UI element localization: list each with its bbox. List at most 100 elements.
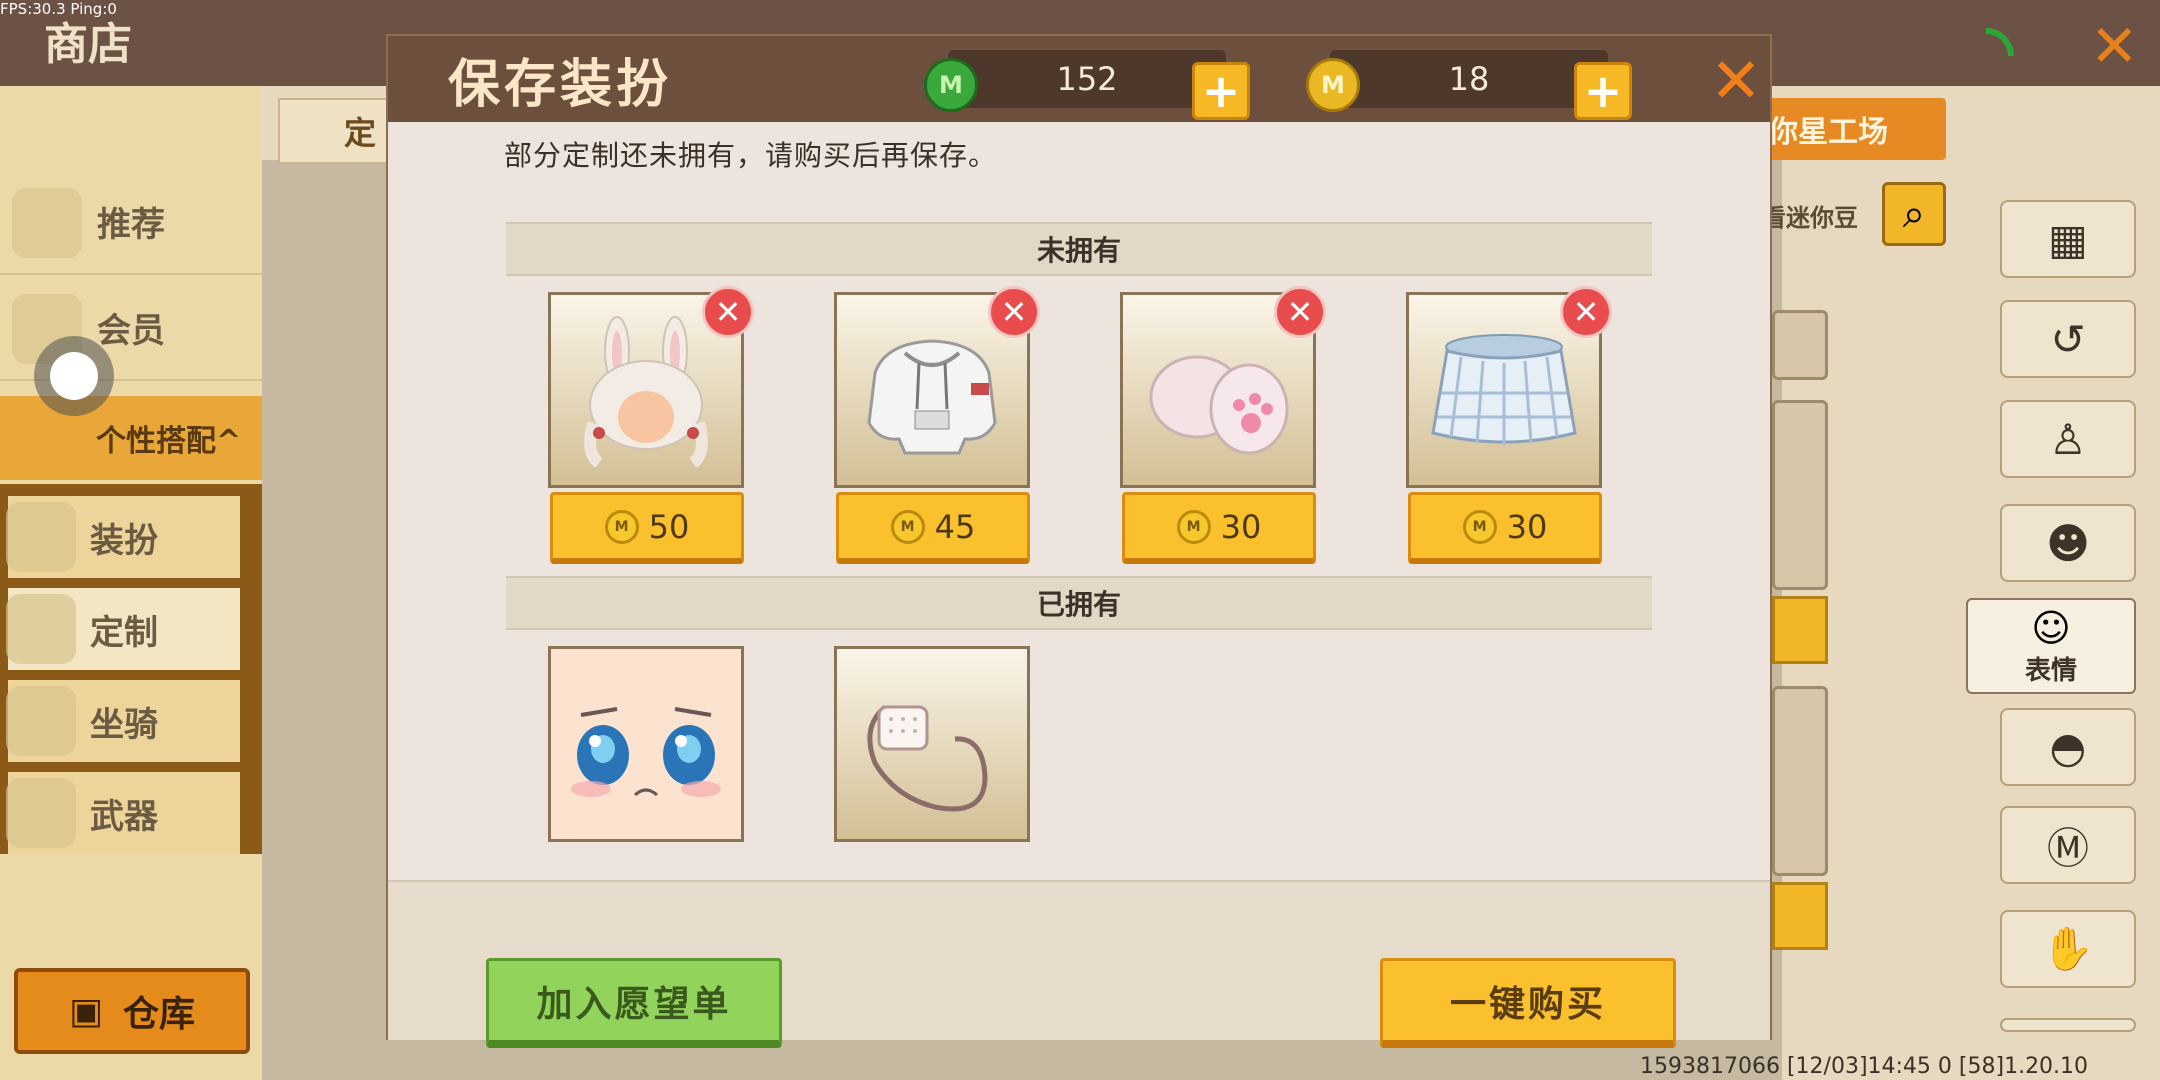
close-icon: ✕ [1000, 293, 1028, 331]
gloves-button[interactable]: ✋ [2000, 910, 2136, 988]
sidebar-item-label: 会员 [97, 311, 165, 351]
remove-item-button[interactable]: ✕ [1560, 286, 1612, 338]
shop-close-icon[interactable]: ✕ [2090, 12, 2139, 80]
sidebar-item-label: 定制 [90, 612, 158, 653]
mount-icon [6, 686, 76, 756]
item-peek [1772, 596, 1828, 664]
white-hoodie-icon [867, 339, 997, 455]
plus-icon: + [1583, 64, 1623, 118]
chest-icon: ▣ [68, 990, 103, 1032]
sidebar-item-recommend[interactable]: 推荐 [0, 170, 262, 275]
search-button[interactable]: ⌕ [1882, 182, 1946, 246]
expression-button[interactable]: ☺ 表情 [1966, 598, 2136, 694]
item-peek [1772, 400, 1828, 590]
item-peek [1772, 882, 1828, 950]
remove-item-button[interactable]: ✕ [1274, 286, 1326, 338]
add-mini-coin-button[interactable]: + [1574, 62, 1632, 120]
clothes-button[interactable]: Ⓜ [2000, 806, 2136, 884]
face-icon: ☺ [2031, 605, 2071, 650]
mask-button[interactable]: ◓ [2000, 708, 2136, 786]
sidebar-item-custom[interactable]: 定制 [6, 588, 240, 670]
buy-item-button[interactable]: M 30 [1122, 492, 1316, 564]
item-peek [1772, 686, 1828, 876]
bodysuit-icon: ♙ [2049, 414, 2087, 464]
tshirt-icon: Ⓜ [2046, 823, 2089, 873]
purchase-notice: 部分定制还未拥有，请购买后再保存。 [504, 139, 998, 172]
mini-coin-balance: M 18 + [1306, 50, 1632, 120]
buy-item-button[interactable]: M 30 [1408, 492, 1602, 564]
item-card-face[interactable] [548, 646, 744, 842]
mini-coin-icon: M [604, 509, 639, 544]
outfit-button[interactable]: ♙ [2000, 400, 2136, 478]
not-owned-header: 未拥有 [506, 222, 1652, 276]
sidebar-item-mount[interactable]: 坐骑 [6, 680, 240, 762]
paw-gloves-icon [1149, 355, 1289, 455]
more-tools[interactable] [2000, 1018, 2136, 1032]
mask-icon: ◓ [2049, 722, 2087, 772]
warehouse-label: 仓库 [123, 994, 196, 1035]
sidebar-item-weapon[interactable]: 武器 [6, 772, 240, 854]
history-button[interactable]: ↺ [2000, 300, 2136, 378]
close-icon: ✕ [714, 293, 742, 331]
add-to-wishlist-button[interactable]: 加入愿望单 [486, 958, 782, 1048]
shop-title: 商店 [44, 19, 132, 70]
item-price: 50 [648, 507, 690, 546]
tab-custom[interactable]: 定 [278, 98, 398, 164]
mini-bean-amount: 152 [1056, 60, 1118, 98]
plaid-skirt-icon [1431, 334, 1577, 445]
pencil-icon [6, 594, 76, 664]
gun-icon [6, 778, 76, 848]
mini-coin-icon: M [890, 509, 925, 544]
item-price: 45 [934, 507, 976, 546]
mini-coin-icon: M [1462, 509, 1497, 544]
thumbs-up-icon [12, 188, 82, 258]
joystick-knob[interactable] [50, 352, 98, 400]
mini-coin-icon: M [1306, 58, 1360, 112]
add-mini-bean-button[interactable]: + [1192, 62, 1250, 120]
item-price: 30 [1220, 507, 1262, 546]
plus-icon: + [1201, 64, 1241, 118]
mini-coin-icon: M [1176, 509, 1211, 544]
mini-coin-amount: 18 [1448, 60, 1490, 98]
history-icon: ↺ [2050, 314, 2086, 364]
close-icon: ✕ [1286, 293, 1314, 331]
grid-view-button[interactable]: ▦ [2000, 200, 2136, 278]
item-card-mask[interactable] [834, 646, 1030, 842]
dialog-title: 保存装扮 [448, 55, 673, 115]
sidebar-item-label: 推荐 [97, 205, 165, 245]
dialog-header: 保存装扮 M 152 + M 18 + ✕ [388, 36, 1770, 122]
shy-face-icon [551, 649, 741, 839]
buy-item-button[interactable]: M 50 [550, 492, 744, 564]
build-info: 1593817066 [12/03]14:45 0 [58]1.20.10 [1640, 1054, 2089, 1079]
expression-label: 表情 [2024, 655, 2077, 686]
owned-header: 已拥有 [506, 576, 1652, 630]
remove-item-button[interactable]: ✕ [988, 286, 1040, 338]
mini-bean-icon: M [924, 58, 978, 112]
sidebar-item-outfit[interactable]: 装扮 [6, 496, 240, 578]
warehouse-button[interactable]: ▣ 仓库 [14, 968, 250, 1054]
mini-bean-balance: M 152 + [924, 50, 1250, 120]
sidebar-item-personal[interactable]: 个性搭配^ [0, 396, 262, 480]
hair-icon: ☻ [2046, 518, 2090, 568]
close-icon: ✕ [1572, 293, 1600, 331]
close-dialog-button[interactable]: ✕ [1710, 44, 1762, 117]
save-outfit-dialog: 保存装扮 M 152 + M 18 + ✕ 部分定制还未拥有，请购买后再保存。 … [386, 34, 1772, 1048]
sidebar-item-label: 装扮 [90, 520, 158, 561]
sidebar-item-label: 坐骑 [90, 704, 158, 745]
item-price: 30 [1506, 507, 1548, 546]
item-peek [1772, 310, 1828, 380]
close-icon: ✕ [1710, 44, 1762, 117]
buy-item-button[interactable]: M 45 [836, 492, 1030, 564]
grid-icon: ▦ [2048, 214, 2088, 264]
workshop-button[interactable]: 你星工场 [1760, 98, 1946, 160]
hair-button[interactable]: ☻ [2000, 504, 2136, 582]
bunny-ear-hair-icon [584, 316, 708, 467]
sidebar-item-label: 武器 [90, 796, 158, 837]
mini-bean-label: 看迷你豆 [1762, 204, 1858, 232]
remove-item-button[interactable]: ✕ [702, 286, 754, 338]
search-icon: ⌕ [1902, 191, 1926, 237]
shirt-icon [6, 502, 76, 572]
glove-icon: ✋ [2041, 924, 2095, 973]
buy-all-button[interactable]: 一键购买 [1380, 958, 1676, 1048]
face-mask-icon [867, 705, 988, 812]
